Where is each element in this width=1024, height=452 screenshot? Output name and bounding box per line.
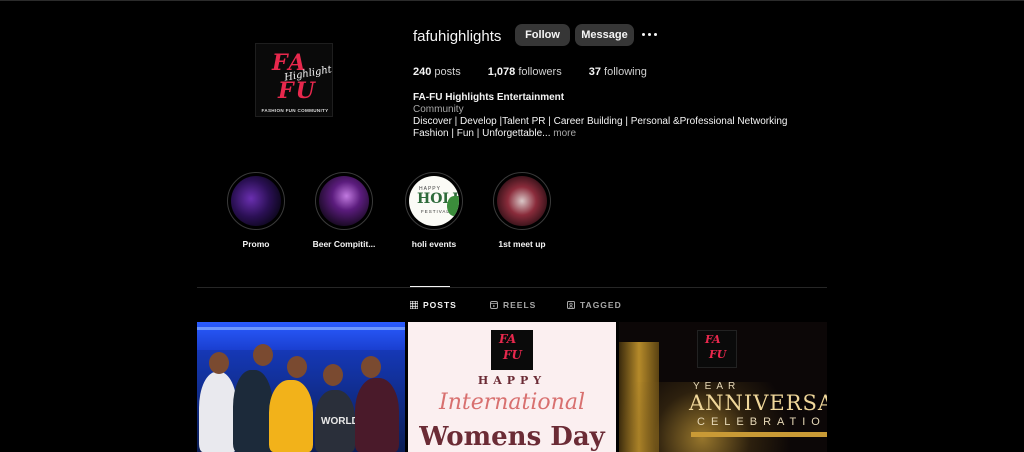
holi-festival: FESTIVAL (421, 209, 450, 214)
post-international-text: International (439, 390, 585, 415)
followers-count: 1,078 (487, 66, 516, 78)
person-figure (233, 370, 273, 452)
active-tab-indicator (410, 286, 450, 287)
post-logo-fa: FA (499, 332, 517, 346)
stat-followers[interactable]: 1,078 followers (488, 66, 562, 78)
highlight-thumb (231, 176, 281, 226)
person-head (253, 344, 273, 366)
person-head (361, 356, 381, 378)
bio-line-2-text: Fashion | Fun | Unforgettable... (413, 128, 551, 139)
highlight-ring (315, 172, 373, 230)
bio-more-link[interactable]: more (551, 128, 576, 139)
highlight-label: Promo (242, 239, 270, 249)
post-logo: FA FU (491, 330, 533, 370)
tab-reels[interactable]: REELS (490, 300, 536, 310)
top-divider (0, 0, 1024, 1)
following-count: 37 (588, 66, 601, 78)
post-womens-day-text: Womens Day (419, 422, 605, 452)
post-logo-fu: FU (709, 348, 727, 361)
post-logo-fa: FA (705, 333, 721, 346)
tagged-icon (567, 301, 575, 309)
highlight-ring (493, 172, 551, 230)
grid-icon (410, 301, 418, 309)
person-figure (355, 378, 399, 452)
posts-label: posts (434, 66, 461, 78)
profile-stats: 240 posts 1,078 followers 37 following (413, 66, 674, 78)
posts-count: 240 (413, 66, 432, 78)
highlight-ring (227, 172, 285, 230)
followers-label: followers (518, 66, 562, 78)
highlight-promo[interactable]: Promo (216, 172, 296, 249)
shirt-text: WORLD (321, 416, 359, 427)
stat-posts: 240 posts (413, 66, 461, 78)
highlight-ring: HAPPY HOLI FESTIVAL (405, 172, 463, 230)
more-options-icon[interactable] (642, 27, 658, 41)
neon-light (197, 327, 405, 330)
logo-tagline: FASHION FUN COMMUNITY (261, 108, 329, 113)
highlight-thumb (497, 176, 547, 226)
follow-button[interactable]: Follow (515, 24, 570, 46)
highlight-label: holi events (411, 239, 457, 249)
tabs-divider (197, 287, 827, 288)
post-anniversary-text: ANNIVERSAR (689, 391, 827, 415)
highlight-thumb: HAPPY HOLI FESTIVAL (409, 176, 459, 226)
post-celebration-text: CELEBRATIO (697, 416, 826, 428)
tab-posts-label: POSTS (423, 300, 457, 310)
profile-username[interactable]: fafuhighlights (413, 28, 501, 45)
highlight-label: Beer Compitit... (312, 239, 376, 249)
tab-reels-label: REELS (503, 300, 537, 310)
post-happy-text: HAPPY (477, 374, 547, 387)
stat-following[interactable]: 37 following (589, 66, 647, 78)
person-head (287, 356, 307, 378)
highlight-beer[interactable]: Beer Compitit... (304, 172, 384, 249)
gold-bar (691, 432, 827, 437)
tab-posts[interactable]: POSTS (410, 300, 457, 310)
bio-line-1: Discover | Develop |Talent PR | Career B… (413, 116, 788, 127)
profile-full-name: FA-FU Highlights Entertainment (413, 92, 565, 103)
reels-icon (490, 301, 498, 309)
profile-category: Community (413, 104, 464, 115)
bio-line-2: Fashion | Fun | Unforgettable... more (413, 128, 576, 139)
logo-fu: FU (278, 78, 317, 104)
person-figure (269, 380, 313, 452)
post-logo-fu: FU (503, 348, 522, 362)
highlight-label: 1st meet up (498, 239, 546, 249)
tab-tagged-label: TAGGED (580, 300, 622, 310)
post-tile-womens-day[interactable]: FA FU HAPPY International Womens Day (408, 322, 616, 452)
post-tile-group-photo[interactable]: WORLD (197, 322, 405, 452)
profile-avatar[interactable]: FA Highlights FU FASHION FUN COMMUNITY (255, 43, 333, 117)
person-figure (199, 372, 237, 452)
post-logo: FA FU (697, 330, 737, 368)
tab-tagged[interactable]: TAGGED (567, 300, 622, 310)
message-button[interactable]: Message (575, 24, 634, 46)
post-tile-anniversary[interactable]: FA FU YEAR ANNIVERSAR CELEBRATIO (619, 322, 827, 452)
brand-logo: FA Highlights FU FASHION FUN COMMUNITY (255, 43, 333, 117)
following-label: following (604, 66, 647, 78)
person-head (323, 364, 343, 386)
highlight-thumb (319, 176, 369, 226)
highlight-holi[interactable]: HAPPY HOLI FESTIVAL holi events (394, 172, 474, 249)
holi-splash (447, 196, 459, 216)
person-head (209, 352, 229, 374)
highlight-meetup[interactable]: 1st meet up (482, 172, 562, 249)
